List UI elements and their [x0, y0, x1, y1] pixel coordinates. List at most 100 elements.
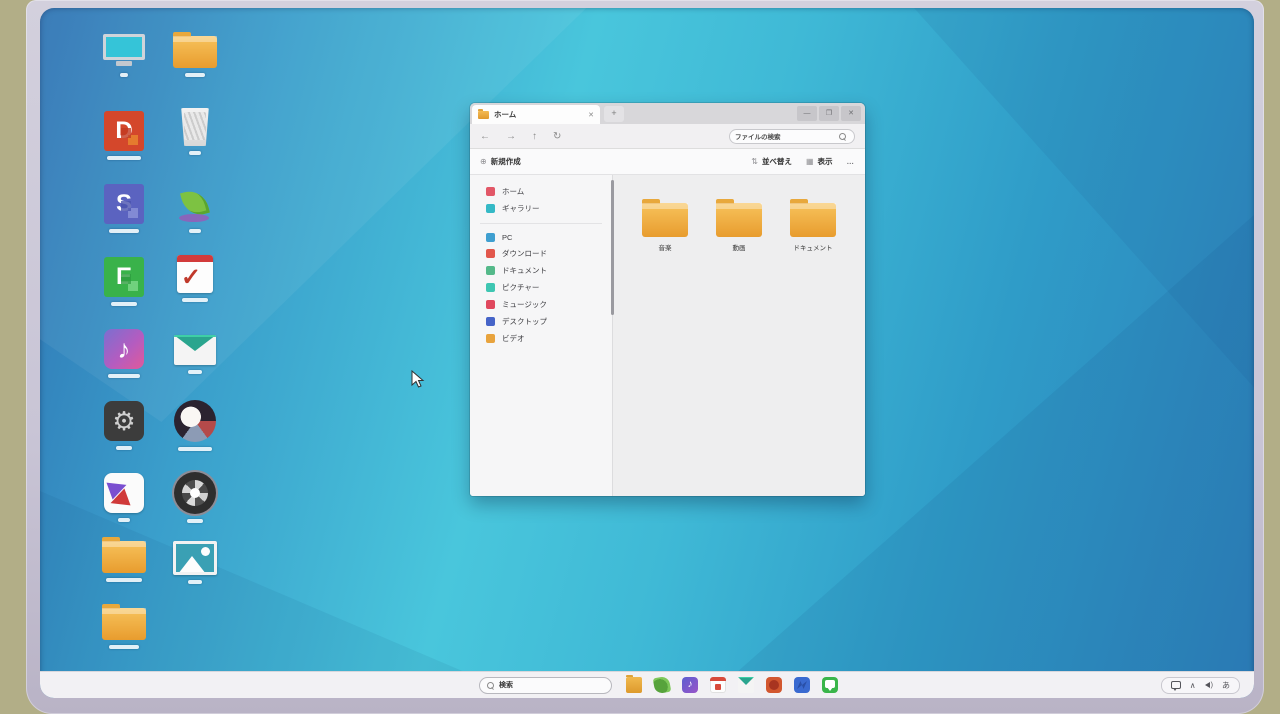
- taskbar-calendar-icon[interactable]: [710, 677, 726, 693]
- sidebar-item-label: PC: [502, 233, 512, 242]
- leaf-icon: [177, 188, 213, 224]
- sidebar-item-place-0[interactable]: PC: [470, 230, 612, 245]
- minimize-button[interactable]: —: [797, 106, 817, 121]
- icon-label: [109, 229, 139, 233]
- desktop-icon-e-app[interactable]: E: [97, 257, 151, 306]
- taskbar-blue-app-icon[interactable]: [794, 677, 810, 693]
- file-search-input[interactable]: [735, 133, 835, 140]
- file-manager-window: ホーム ✕ + — ❐ ✕ ← → ↑ ↻ ⊕ 新規作成: [470, 103, 865, 496]
- folder-icon: [173, 36, 217, 68]
- place-icon: [486, 204, 495, 213]
- sidebar-item-label: ギャラリー: [502, 203, 540, 214]
- taskbar-files-icon[interactable]: [626, 677, 642, 693]
- taskbar-software-icon[interactable]: [653, 676, 672, 695]
- notifications-icon[interactable]: [1171, 681, 1181, 689]
- file-search-box[interactable]: [729, 129, 855, 144]
- desktop-icon-leaf-app[interactable]: [168, 188, 222, 233]
- place-icon: [486, 300, 495, 309]
- taskbar-photos-icon[interactable]: [766, 677, 782, 693]
- sidebar-item-place-2[interactable]: ドキュメント: [470, 262, 612, 279]
- taskbar-mail-icon[interactable]: [738, 677, 754, 693]
- desktop-icon-folder-1[interactable]: [97, 541, 151, 582]
- close-button[interactable]: ✕: [841, 106, 861, 121]
- desktop: D S E ♪ ⚙ ✓: [40, 8, 1254, 698]
- place-icon: [486, 283, 495, 292]
- volume-icon[interactable]: ): [1205, 682, 1213, 689]
- sidebar-separator: [480, 223, 602, 224]
- sidebar-item-place-3[interactable]: ピクチャー: [470, 279, 612, 296]
- tab-close-icon[interactable]: ✕: [588, 111, 594, 119]
- sidebar-item-label: ドキュメント: [502, 265, 547, 276]
- mail-envelope-icon: [174, 335, 216, 365]
- taskbar: 検索 ♪ ∧ ) あ: [40, 671, 1254, 698]
- taskbar-search[interactable]: 検索: [479, 677, 612, 694]
- sidebar-item-place-4[interactable]: ミュージック: [470, 296, 612, 313]
- command-bar: ⊕ 新規作成 ⇅ 並べ替え ▦ 表示 …: [470, 149, 865, 175]
- desktop-icon-transfer[interactable]: [97, 473, 151, 522]
- sort-label: 並べ替え: [762, 156, 792, 167]
- view-button[interactable]: ▦ 表示: [806, 156, 833, 167]
- new-button[interactable]: ⊕ 新規作成: [480, 156, 521, 167]
- folder-item-0[interactable]: 音楽: [637, 203, 693, 252]
- navigation-toolbar: ← → ↑ ↻: [470, 124, 865, 149]
- tab-home[interactable]: ホーム ✕: [472, 105, 600, 124]
- desktop-icon-settings[interactable]: ⚙: [97, 401, 151, 450]
- forward-button[interactable]: →: [506, 131, 516, 142]
- desktop-icon-tasks[interactable]: ✓: [168, 255, 222, 302]
- sort-button[interactable]: ⇅ 並べ替え: [751, 156, 792, 167]
- desktop-icon-mail[interactable]: [168, 335, 222, 374]
- refresh-button[interactable]: ↻: [553, 131, 561, 142]
- transfer-arrows-icon: [104, 473, 144, 513]
- sidebar-item-top-1[interactable]: ギャラリー: [470, 200, 612, 217]
- gear-icon: ⚙: [104, 401, 144, 441]
- ime-indicator[interactable]: あ: [1222, 680, 1230, 691]
- desktop-icon-swirl-app[interactable]: [168, 400, 222, 451]
- folder-icon: [790, 203, 836, 237]
- new-tab-button[interactable]: +: [604, 106, 624, 122]
- s-app-icon: S: [104, 184, 144, 224]
- folder-item-1[interactable]: 動画: [711, 203, 767, 252]
- folder-label: ドキュメント: [785, 242, 841, 252]
- monitor-bezel: D S E ♪ ⚙ ✓: [26, 0, 1264, 714]
- desktop-icon-folder-2[interactable]: [97, 608, 151, 649]
- place-icon: [486, 334, 495, 343]
- sidebar: ホームギャラリー PC ダウンロードドキュメントピクチャーミュージックデスクトップ…: [470, 175, 613, 496]
- sidebar-item-top-0[interactable]: ホーム: [470, 183, 612, 200]
- maximize-button[interactable]: ❐: [819, 106, 839, 121]
- new-label: 新規作成: [491, 156, 521, 167]
- desktop-icon-d-app[interactable]: D: [97, 111, 151, 160]
- icon-label: [178, 447, 212, 451]
- taskbar-messenger-icon[interactable]: [822, 677, 838, 693]
- desktop-icon-home-folder[interactable]: [168, 36, 222, 77]
- trash-icon: [180, 108, 210, 146]
- icon-label: [188, 370, 202, 374]
- desktop-icon-s-app[interactable]: S: [97, 184, 151, 233]
- taskbar-music-icon[interactable]: ♪: [682, 677, 698, 693]
- e-app-icon: E: [104, 257, 144, 297]
- sidebar-top-group: ホームギャラリー: [470, 183, 612, 217]
- desktop-icon-music[interactable]: ♪: [97, 329, 151, 378]
- folder-item-2[interactable]: ドキュメント: [785, 203, 841, 252]
- desktop-icon-trash[interactable]: [168, 108, 222, 155]
- folder-icon: [478, 111, 489, 119]
- desktop-icon-images[interactable]: [168, 541, 222, 584]
- up-button[interactable]: ↑: [532, 131, 537, 142]
- sidebar-item-place-6[interactable]: ビデオ: [470, 330, 612, 347]
- sidebar-item-place-5[interactable]: デスクトップ: [470, 313, 612, 330]
- sidebar-scrollbar[interactable]: [611, 180, 614, 315]
- view-label: 表示: [818, 156, 833, 167]
- desktop-icon-camera[interactable]: [168, 472, 222, 523]
- icon-label: [187, 519, 203, 523]
- more-options-button[interactable]: …: [847, 157, 856, 166]
- back-button[interactable]: ←: [480, 131, 490, 142]
- taskbar-search-label: 検索: [499, 680, 513, 690]
- sidebar-item-place-1[interactable]: ダウンロード: [470, 245, 612, 262]
- place-icon: [486, 187, 495, 196]
- tray-expand-chevron-icon[interactable]: ∧: [1190, 681, 1196, 690]
- desktop-icon-computer[interactable]: [97, 34, 151, 77]
- icon-label: [185, 73, 205, 77]
- sidebar-item-label: ピクチャー: [502, 282, 539, 293]
- icon-label: [189, 229, 201, 233]
- file-list-area[interactable]: 音楽動画ドキュメント: [613, 175, 865, 496]
- sidebar-item-label: ホーム: [502, 186, 524, 197]
